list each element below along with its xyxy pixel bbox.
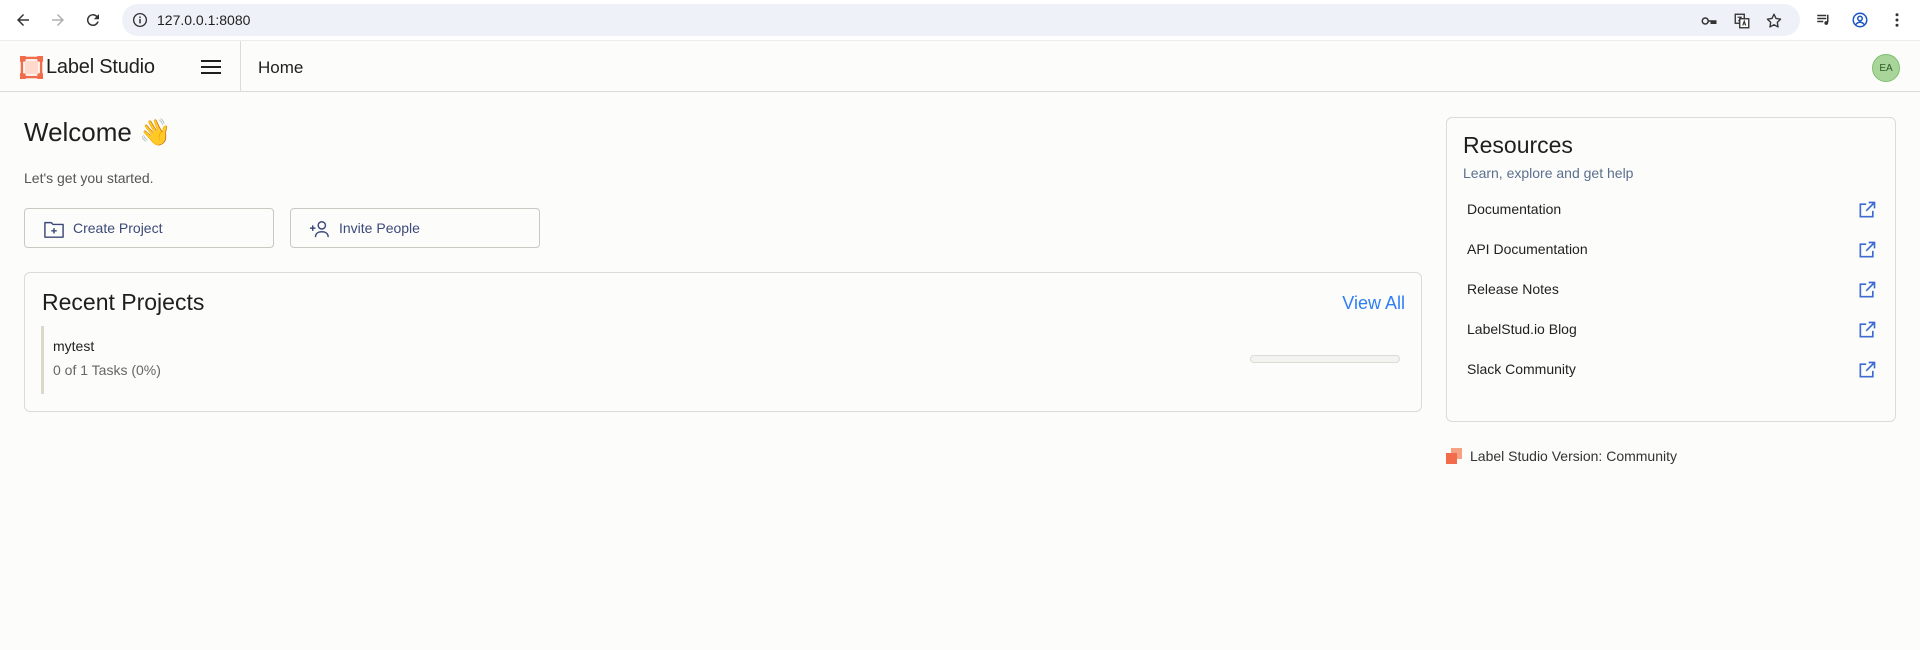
- account-circle-icon: [1852, 12, 1868, 28]
- recent-projects-title: Recent Projects: [42, 289, 205, 315]
- create-project-button[interactable]: Create Project: [24, 208, 274, 248]
- version-text: Label Studio Version: Community: [1470, 448, 1677, 464]
- recent-projects-card: Recent Projects View All mytest 0 of 1 T…: [24, 272, 1422, 412]
- hamburger-menu-icon[interactable]: [199, 57, 223, 77]
- app-header: Label Studio Home EA: [0, 41, 1920, 92]
- welcome-title: Welcome 👋: [24, 117, 172, 147]
- version-info: Label Studio Version: Community: [1446, 448, 1677, 464]
- external-link-icon: [1859, 281, 1876, 298]
- app-logo[interactable]: Label Studio: [20, 56, 155, 79]
- folder-add-icon: [44, 221, 64, 238]
- external-link-icon: [1859, 241, 1876, 258]
- external-link-icon: [1859, 361, 1876, 378]
- bookmark-button[interactable]: [1764, 11, 1784, 31]
- logo-text: Label Studio: [46, 56, 155, 78]
- arrow-right-icon: [52, 14, 64, 26]
- browser-toolbar: 127.0.0.1:8080: [0, 0, 1920, 41]
- breadcrumb-home: Home: [258, 58, 304, 77]
- project-row[interactable]: mytest 0 of 1 Tasks (0%): [41, 326, 1401, 394]
- url-text[interactable]: 127.0.0.1:8080: [157, 12, 250, 28]
- external-link-icon: [1859, 321, 1876, 338]
- resource-link-release-notes[interactable]: Release Notes: [1467, 278, 1877, 302]
- resource-link-documentation[interactable]: Documentation: [1467, 198, 1877, 222]
- site-info-icon[interactable]: [131, 11, 149, 29]
- translate-button[interactable]: [1732, 11, 1752, 31]
- project-name: mytest: [53, 338, 95, 354]
- reload-button[interactable]: [82, 9, 104, 31]
- resource-link-label: LabelStud.io Blog: [1467, 321, 1577, 337]
- reload-icon: [86, 14, 99, 27]
- resource-link-api-documentation[interactable]: API Documentation: [1467, 238, 1877, 262]
- address-bar[interactable]: 127.0.0.1:8080: [122, 4, 1800, 36]
- key-icon: [1701, 17, 1717, 25]
- resource-link-label: API Documentation: [1467, 241, 1588, 257]
- chrome-menu-button[interactable]: [1886, 9, 1908, 31]
- translate-icon: [1734, 13, 1750, 29]
- profile-button[interactable]: [1849, 9, 1871, 31]
- resources-subtitle: Learn, explore and get help: [1463, 165, 1634, 181]
- label-studio-logo-icon: [20, 56, 43, 79]
- project-tasks-count: 0 of 1 Tasks (0%): [53, 362, 161, 378]
- resource-link-blog[interactable]: LabelStud.io Blog: [1467, 318, 1877, 342]
- resource-link-slack-community[interactable]: Slack Community: [1467, 358, 1877, 382]
- user-avatar[interactable]: EA: [1872, 54, 1900, 82]
- password-key-button[interactable]: [1699, 11, 1719, 31]
- invite-people-button[interactable]: Invite People: [290, 208, 540, 248]
- external-link-icon: [1859, 201, 1876, 218]
- resources-card: Resources Learn, explore and get help Do…: [1446, 117, 1896, 422]
- star-icon: [1766, 13, 1782, 28]
- back-button[interactable]: [12, 9, 34, 31]
- person-add-icon: [310, 221, 329, 238]
- view-all-link[interactable]: View All: [1342, 293, 1405, 314]
- resource-link-label: Slack Community: [1467, 361, 1576, 377]
- more-vertical-icon: [1895, 13, 1899, 27]
- resource-link-label: Documentation: [1467, 201, 1562, 217]
- invite-people-label: Invite People: [339, 220, 420, 236]
- forward-button[interactable]: [47, 9, 69, 31]
- playlist-icon: [1817, 14, 1829, 25]
- arrow-left-icon: [17, 14, 29, 26]
- project-progress-bar: [1250, 355, 1400, 363]
- resource-link-label: Release Notes: [1467, 281, 1559, 297]
- header-divider: [240, 41, 241, 92]
- resources-title: Resources: [1463, 132, 1573, 158]
- label-studio-small-logo-icon: [1446, 448, 1462, 464]
- media-controls-button[interactable]: [1813, 9, 1835, 31]
- create-project-label: Create Project: [73, 220, 163, 236]
- welcome-subtitle: Let's get you started.: [24, 170, 154, 186]
